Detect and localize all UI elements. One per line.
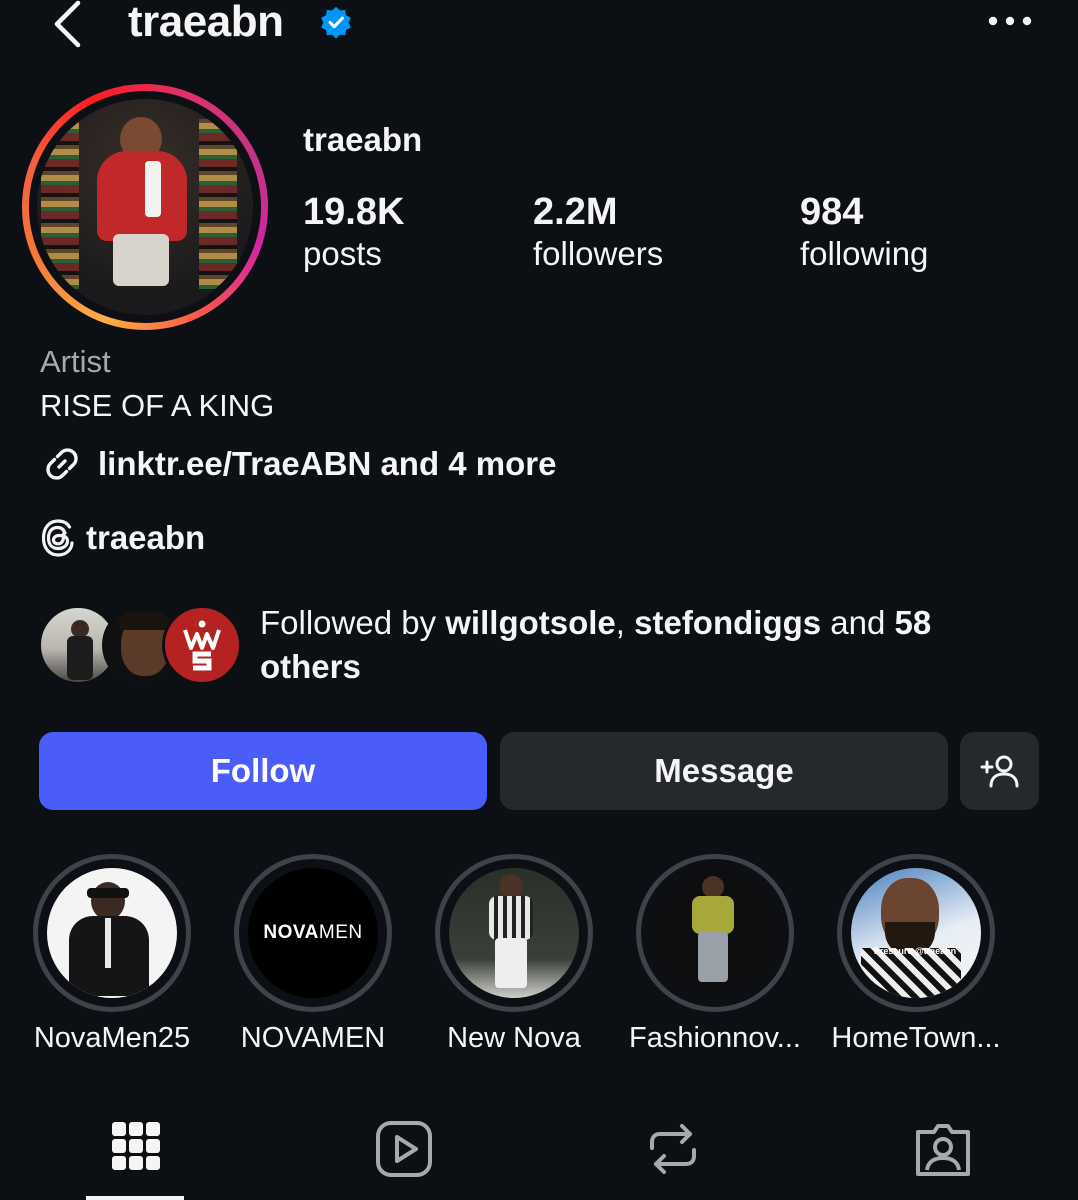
stat-value: 2.2M: [533, 191, 618, 233]
stat-label: posts: [303, 235, 382, 272]
logo-text-light: MEN: [318, 922, 363, 943]
active-tab-indicator: [86, 1196, 184, 1200]
tab-posts-grid[interactable]: [104, 1118, 166, 1180]
tagged-icon: [916, 1124, 970, 1176]
bio-link-text: linktr.ee/TraeABN and 4 more: [98, 445, 557, 482]
threads-handle: traeabn: [86, 519, 206, 556]
link-icon: [46, 448, 78, 480]
highlight-item[interactable]: New Nova: [434, 854, 594, 1054]
stat-value: 984: [800, 191, 864, 233]
highlight-label: Fashionnov...: [629, 1022, 801, 1054]
profile-avatar[interactable]: [22, 84, 268, 330]
profile-category: Artist: [40, 344, 111, 379]
highlight-cover: [650, 868, 780, 998]
highlight-item[interactable]: NovaMen25: [32, 854, 192, 1054]
verified-badge-icon: [321, 6, 351, 39]
more-options-button[interactable]: [984, 6, 1036, 36]
logo-text-bold: NOVA: [263, 922, 319, 943]
separator-text: ,: [615, 604, 635, 641]
reposts-icon: [650, 1124, 696, 1174]
mutual-user-link[interactable]: willgotsole: [445, 604, 616, 641]
highlight-item[interactable]: NOVAMEN NOVAMEN: [233, 854, 393, 1054]
followed-by-text[interactable]: Followed by willgotsole, stefondiggs and…: [260, 601, 1040, 689]
back-button[interactable]: [44, 0, 90, 48]
chevron-left-icon: [54, 0, 81, 48]
highlight-cover: [449, 868, 579, 998]
more-horizontal-icon: [988, 16, 1032, 26]
mutual-followers-avatars[interactable]: [38, 605, 244, 687]
tab-reposts[interactable]: [642, 1118, 704, 1180]
bio-link[interactable]: linktr.ee/TraeABN and 4 more: [40, 442, 557, 486]
reels-icon: [376, 1121, 432, 1177]
grid-icon: [112, 1122, 160, 1170]
posts-count[interactable]: 19.8K posts: [303, 190, 404, 274]
add-person-icon: [980, 755, 1018, 788]
message-button[interactable]: Message: [500, 732, 948, 810]
highlight-item[interactable]: Pressure @traeabn HomeTown...: [831, 854, 1001, 1054]
highlight-label: NOVAMEN: [240, 1022, 386, 1054]
highlight-cover: NOVAMEN: [248, 868, 378, 998]
mutual-user-link[interactable]: stefondiggs: [634, 604, 821, 641]
highlight-item[interactable]: Fashionnov...: [629, 854, 801, 1054]
highlight-cover: Pressure @traeabn: [851, 868, 981, 998]
threads-icon: [41, 519, 74, 557]
suggest-users-button[interactable]: [960, 732, 1039, 810]
stat-label: followers: [533, 235, 664, 272]
and-text: and: [821, 604, 895, 641]
threads-link[interactable]: traeabn: [40, 516, 205, 560]
header-username: traeabn: [128, 0, 284, 46]
stat-label: following: [800, 235, 929, 272]
highlight-caption: Pressure @traeabn: [873, 946, 957, 956]
highlight-label: HomeTown...: [831, 1022, 1001, 1054]
profile-name: traeabn: [303, 121, 423, 158]
stat-value: 19.8K: [303, 191, 405, 233]
tab-tagged[interactable]: [912, 1118, 974, 1180]
mutual-avatar: [162, 605, 242, 685]
highlight-label: NovaMen25: [33, 1022, 191, 1054]
highlight-label: New Nova: [447, 1022, 581, 1054]
profile-bio: RISE OF A KING: [40, 388, 275, 423]
followed-by-prefix: Followed by: [260, 604, 446, 641]
followers-count[interactable]: 2.2M followers: [533, 190, 663, 274]
highlight-cover: [47, 868, 177, 998]
following-count[interactable]: 984 following: [800, 190, 928, 274]
avatar-photo: [37, 99, 253, 315]
novamen-logo: NOVAMEN: [263, 922, 362, 944]
follow-button[interactable]: Follow: [39, 732, 487, 810]
tab-reels[interactable]: [373, 1118, 435, 1180]
